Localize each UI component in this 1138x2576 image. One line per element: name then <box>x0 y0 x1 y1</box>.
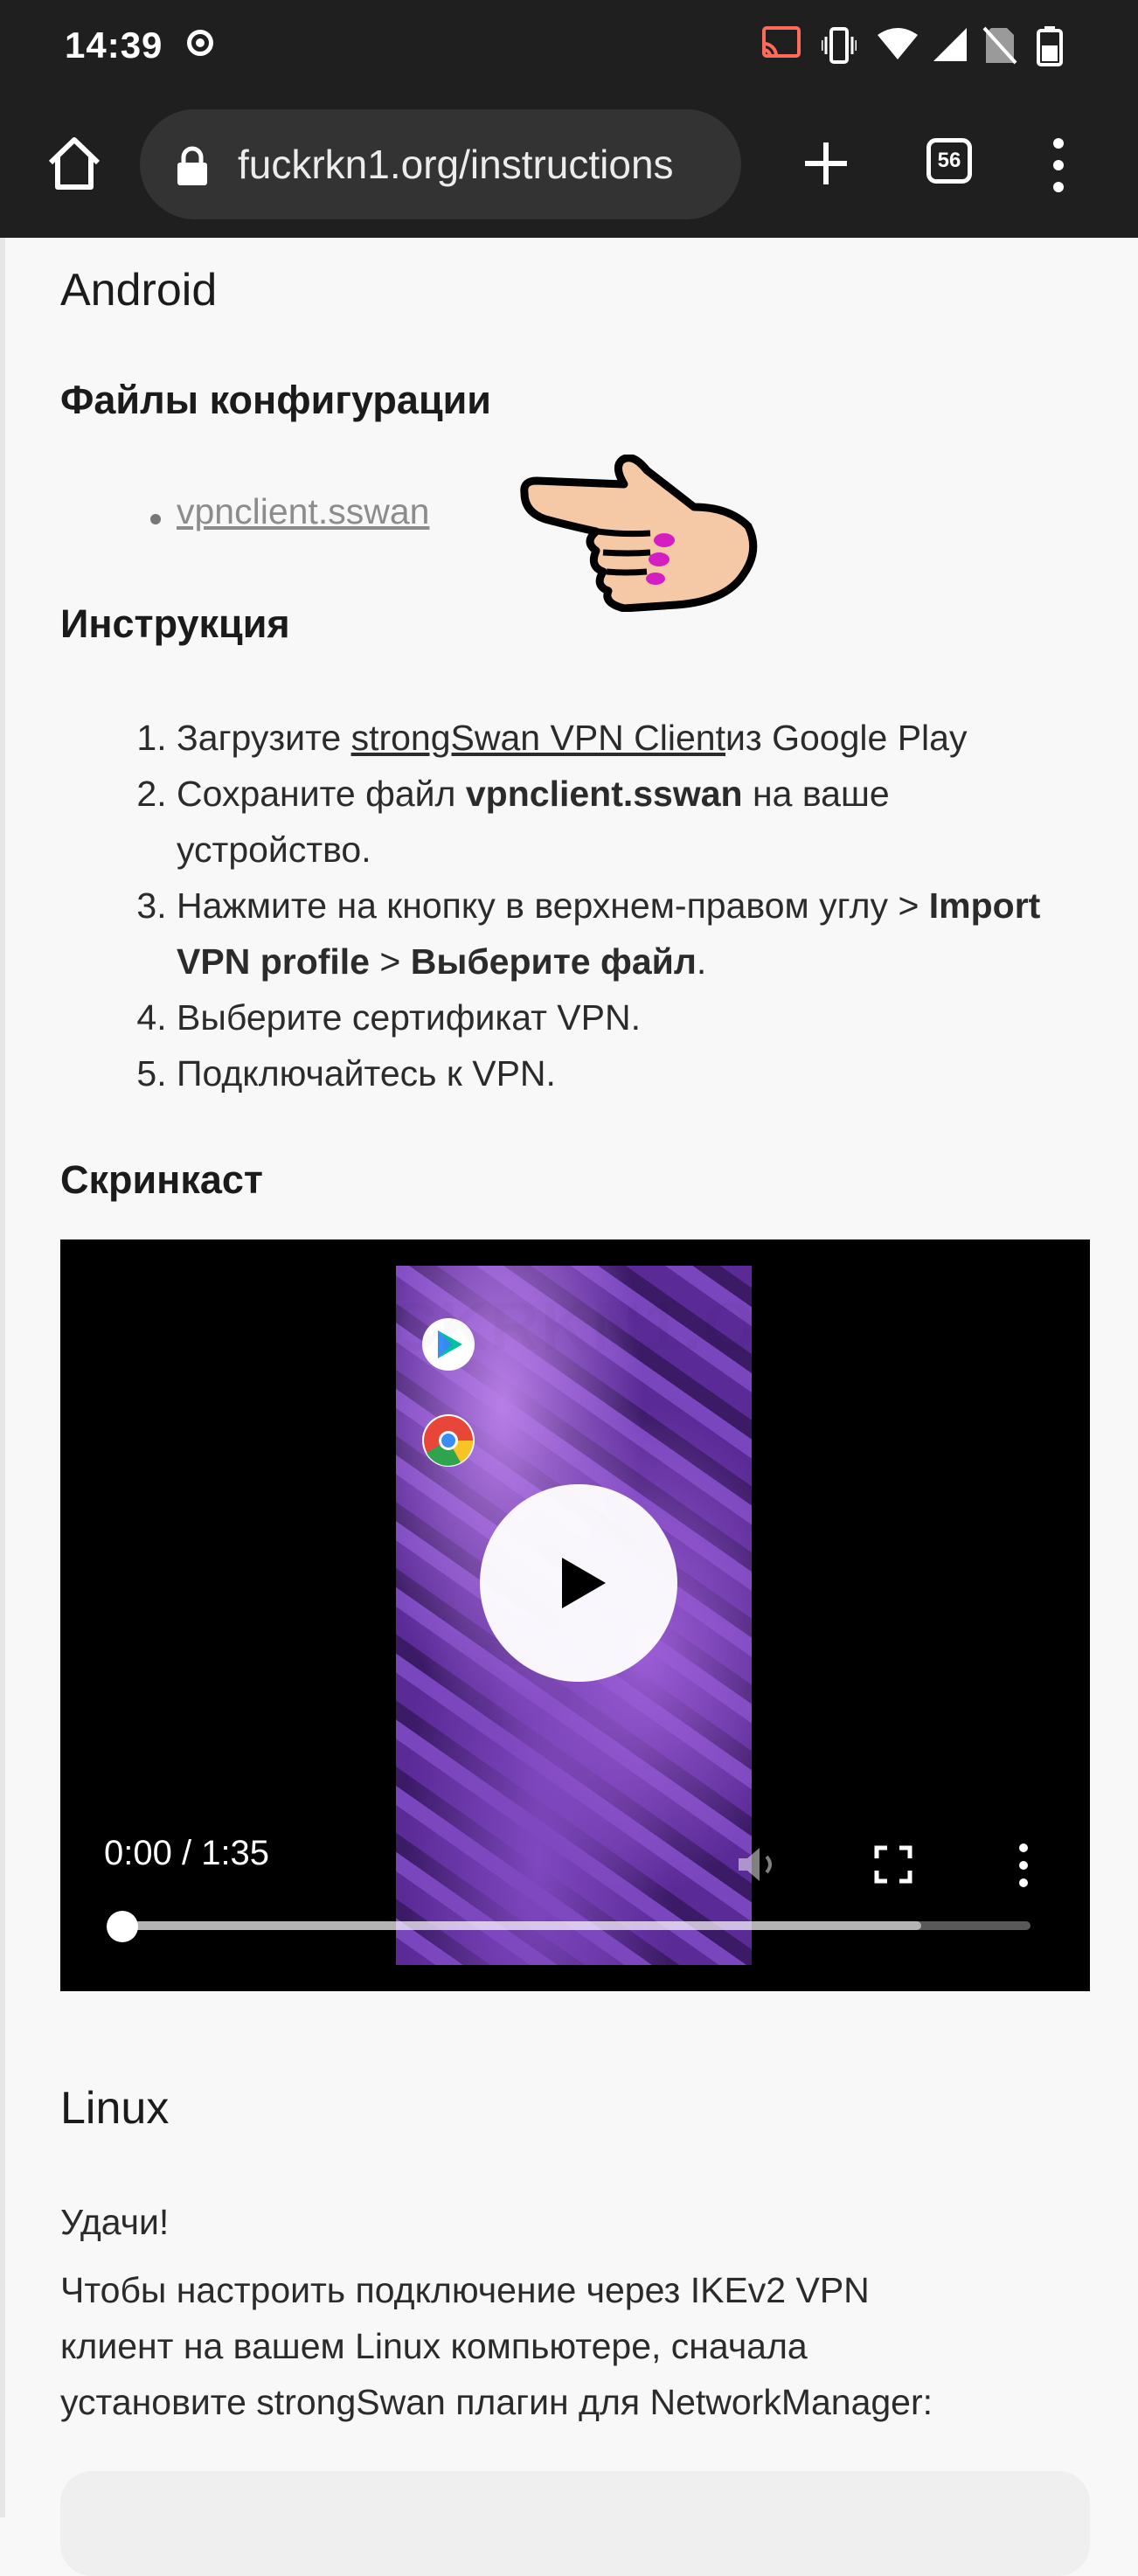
cast-icon <box>762 26 801 58</box>
vibrate-icon <box>822 27 857 64</box>
step-text: Загрузите <box>177 718 351 758</box>
page-content: Android Файлы конфигурации vpnclient.ssw… <box>0 238 1138 2576</box>
record-icon <box>187 30 213 56</box>
step-bold-text: Выберите файл <box>410 941 697 982</box>
code-block <box>60 2471 1090 2576</box>
status-bar: 14:39 <box>0 0 1138 98</box>
signal-icon <box>933 28 967 61</box>
video-more-icon[interactable] <box>1015 1843 1032 1888</box>
fullscreen-icon[interactable] <box>873 1844 913 1885</box>
linux-paragraph-line-3: установите strongSwan плагин для Network… <box>60 2382 933 2422</box>
linux-heading: Linux <box>60 2083 170 2134</box>
step-2: Сохраните файл vpnclient.sswan на ваше у… <box>177 766 1086 878</box>
step-text: Сохраните файл <box>177 774 466 814</box>
address-bar[interactable]: fuckrkn1.org/instructions <box>140 109 741 219</box>
step-1: Загрузите strongSwan VPN Clientиз Google… <box>177 710 1086 766</box>
instruction-heading: Инструкция <box>60 601 290 646</box>
strongswan-link[interactable]: strongSwan VPN Client <box>351 718 725 758</box>
tab-count: 56 <box>937 149 961 172</box>
wifi-icon <box>878 28 918 59</box>
video-buffered <box>121 1921 922 1930</box>
pointing-hand-icon <box>520 455 758 612</box>
step-text: > <box>369 941 411 982</box>
chrome-icon <box>422 1414 475 1467</box>
video-progress-bar[interactable] <box>121 1921 1030 1930</box>
config-file-link[interactable]: vpnclient.sswan <box>177 491 429 532</box>
step-text: Нажмите на кнопку в верхнем-правом углу … <box>177 885 929 926</box>
url-text[interactable]: fuckrkn1.org/instructions <box>238 141 674 188</box>
lock-icon <box>177 146 207 185</box>
battery-icon <box>1037 26 1063 66</box>
step-text: . <box>696 941 707 982</box>
more-options-icon[interactable] <box>1045 136 1072 194</box>
status-time: 14:39 <box>65 24 163 66</box>
instruction-steps: Загрузите strongSwan VPN Clientиз Google… <box>5 710 1086 1101</box>
no-sim-icon <box>982 26 1017 65</box>
step-5: Подключайтесь к VPN. <box>177 1045 1086 1101</box>
list-bullet <box>150 514 161 524</box>
play-button[interactable] <box>480 1484 677 1682</box>
step-4: Выберите сертификат VPN. <box>177 989 1086 1045</box>
screencast-heading: Скринкаст <box>60 1157 263 1202</box>
video-scrubber[interactable] <box>107 1911 138 1942</box>
new-tab-icon[interactable] <box>800 137 852 190</box>
watermark: FUCKRKN1.ORG <box>294 1287 864 1366</box>
step-bold-text: vpnclient.sswan <box>465 774 743 814</box>
step-3: Нажмите на кнопку в верхнем-правом углу … <box>177 878 1086 989</box>
android-heading: Android <box>60 265 218 316</box>
video-time: 0:00 / 1:35 <box>104 1834 270 1872</box>
linux-greeting: Удачи! <box>60 2202 170 2242</box>
tab-switcher-button[interactable]: 56 <box>926 138 972 184</box>
home-icon[interactable] <box>44 133 105 194</box>
linux-paragraph-line-2: клиент на вашем Linux компьютере, сначал… <box>60 2326 808 2366</box>
linux-paragraph-line-1: Чтобы настроить подключение через IKEv2 … <box>60 2270 870 2310</box>
volume-icon[interactable] <box>735 1844 782 1885</box>
config-files-heading: Файлы конфигурации <box>60 378 491 422</box>
browser-toolbar: fuckrkn1.org/instructions 56 <box>0 98 1138 238</box>
step-text: из Google Play <box>725 718 968 758</box>
